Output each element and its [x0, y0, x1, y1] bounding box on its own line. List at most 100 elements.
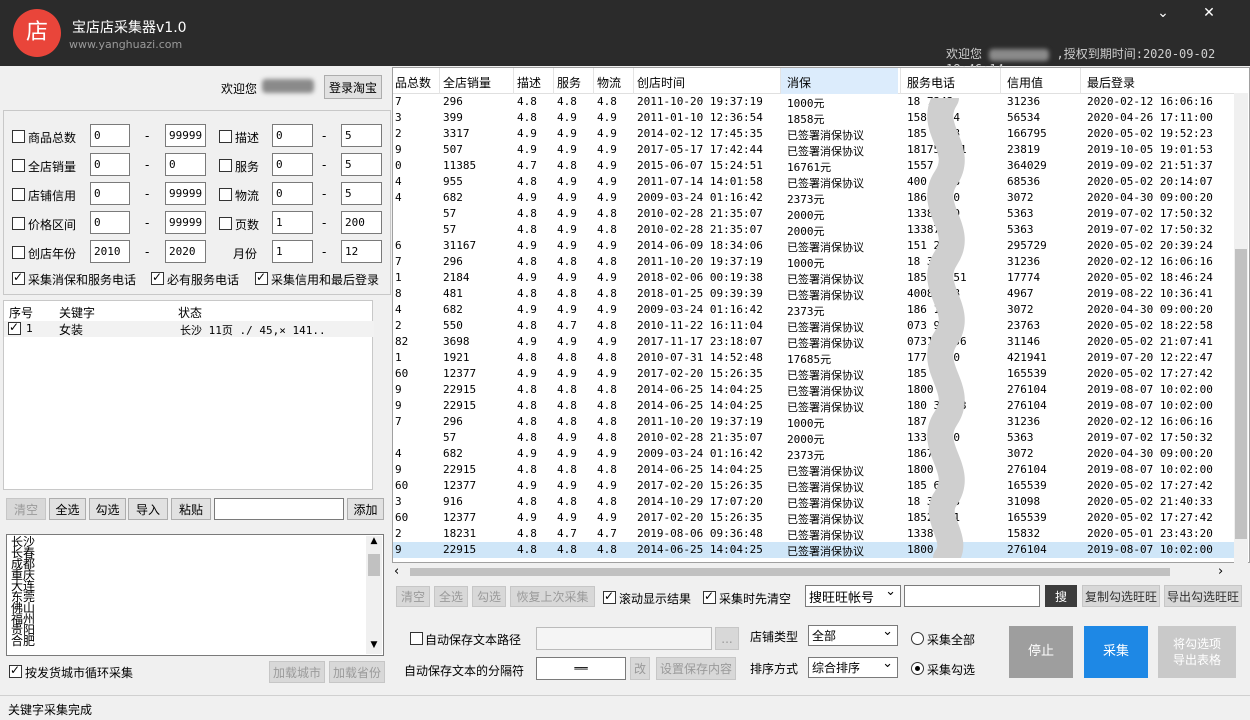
kw-paste-button[interactable]: 粘贴: [171, 498, 211, 520]
sort-select[interactable]: 综合排序: [808, 656, 898, 678]
column-header[interactable]: 物流: [597, 74, 621, 91]
column-header[interactable]: 全店销量: [443, 74, 491, 91]
clear-first-checkbox[interactable]: [703, 589, 716, 604]
opt-credit-login-checkbox[interactable]: [255, 270, 268, 285]
load-city-button[interactable]: 加载城市: [269, 661, 325, 683]
column-header[interactable]: 品总数: [395, 74, 431, 91]
kw-import-button[interactable]: 导入: [128, 498, 168, 520]
export-wangwang-button[interactable]: 导出勾选旺旺: [1164, 585, 1242, 607]
filter-max-input[interactable]: 99999: [165, 211, 206, 234]
table-row[interactable]: 9 22915 4.8 4.8 4.8 2014-06-25 14:04:25 已签署消保协…: [393, 542, 1235, 558]
filter-min-input[interactable]: 0: [90, 182, 130, 205]
export-table-button[interactable]: 将勾选项 导出表格: [1158, 626, 1236, 678]
table-row[interactable]: 4 955 4.8 4.9 4.9 2011-07-14 14:01:58 已签署消保协议 4…: [393, 174, 1235, 190]
table-row[interactable]: 2 18231 4.8 4.7 4.7 2019-08-06 09:36:48 已签署消保协…: [393, 526, 1235, 542]
column-header[interactable]: 消保: [787, 74, 811, 91]
set-save-content-button[interactable]: 设置保存内容: [656, 657, 736, 680]
scroll-left-icon[interactable]: ‹: [394, 564, 399, 579]
grid-horizontal-scrollbar[interactable]: ‹ ›: [392, 564, 1234, 580]
radio-collect-checked[interactable]: [911, 662, 924, 675]
opt-must-phone-checkbox[interactable]: [151, 270, 164, 285]
filter-max-input[interactable]: 99999: [165, 182, 206, 205]
table-row[interactable]: 82 3698 4.9 4.9 4.9 2017-11-17 23:18:07 已签署消保协…: [393, 334, 1235, 350]
kw-clear-button[interactable]: 清空: [6, 498, 46, 520]
table-row[interactable]: 1 2184 4.9 4.9 4.9 2018-02-06 00:19:38 已签署消保协议…: [393, 270, 1235, 286]
collect-button[interactable]: 采集: [1084, 626, 1148, 678]
column-header[interactable]: 最后登录: [1087, 74, 1135, 91]
table-row[interactable]: 4 682 4.9 4.9 4.9 2009-03-24 01:16:42 2373元 186…: [393, 302, 1235, 318]
filter-max-input[interactable]: 0: [165, 153, 206, 176]
filter-checkbox[interactable]: [12, 188, 25, 201]
filter-min-input[interactable]: 0: [272, 124, 313, 147]
filter-min-input[interactable]: 0: [90, 153, 130, 176]
table-row[interactable]: 0 11385 4.7 4.8 4.9 2015-06-07 15:24:51 16761元…: [393, 158, 1235, 174]
column-header[interactable]: 服务电话: [907, 74, 955, 91]
stop-button[interactable]: 停止: [1009, 626, 1073, 678]
table-row[interactable]: 9 22915 4.8 4.8 4.8 2014-06-25 14:04:25 已签署消保协…: [393, 462, 1235, 478]
filter-min-input[interactable]: 0: [272, 182, 313, 205]
radio-collect-all[interactable]: [911, 632, 924, 645]
autosave-checkbox[interactable]: [410, 632, 423, 645]
copy-wangwang-button[interactable]: 复制勾选旺旺: [1082, 585, 1160, 607]
table-row[interactable]: 3 916 4.8 4.8 4.8 2014-10-29 17:07:20 已签署消保协议 1…: [393, 494, 1235, 510]
filter-checkbox[interactable]: [219, 188, 232, 201]
table-row[interactable]: 2 3317 4.9 4.9 4.9 2014-02-12 17:45:35 已签署消保协议…: [393, 126, 1235, 142]
table-row[interactable]: 9 507 4.9 4.9 4.9 2017-05-17 17:42:44 已签署消保协议 1…: [393, 142, 1235, 158]
city-item[interactable]: 合肥: [11, 635, 35, 647]
table-row[interactable]: 9 22915 4.8 4.8 4.8 2014-06-25 14:04:25 已签署消保协…: [393, 398, 1235, 414]
filter-min-input[interactable]: 1: [272, 211, 313, 234]
grid-check-button[interactable]: 勾选: [472, 586, 506, 607]
autosave-path-input[interactable]: [536, 627, 712, 650]
filter-checkbox[interactable]: [12, 130, 25, 143]
change-separator-button[interactable]: 改: [630, 657, 650, 680]
table-row[interactable]: 60 12377 4.9 4.9 4.9 2017-02-20 15:26:35 已签署消保…: [393, 366, 1235, 382]
scroll-right-icon[interactable]: ›: [1218, 564, 1223, 579]
collapse-icon[interactable]: ⌄: [1153, 4, 1173, 22]
keyword-input[interactable]: [214, 498, 344, 520]
table-row[interactable]: 8 481 4.8 4.8 4.8 2018-01-25 09:39:39 已签署消保协议 4…: [393, 286, 1235, 302]
restore-last-button[interactable]: 恢复上次采集: [510, 586, 595, 607]
filter-checkbox[interactable]: [219, 217, 232, 230]
table-row[interactable]: 57 4.8 4.9 4.8 2010-02-28 21:35:07 2000元 13387…: [393, 206, 1235, 222]
scroll-up-icon[interactable]: ▲: [366, 536, 382, 550]
grid-vscroll-thumb[interactable]: [1235, 249, 1247, 539]
close-icon[interactable]: ✕: [1199, 4, 1219, 22]
filter-max-input[interactable]: 12: [341, 240, 382, 263]
grid-clear-button[interactable]: 清空: [396, 586, 430, 607]
keyword-row[interactable]: 1 女装 长沙 11页 ./ 45,× 141..: [4, 320, 374, 337]
filter-max-input[interactable]: 5: [341, 124, 382, 147]
browse-button[interactable]: ...: [715, 627, 739, 650]
grid-vertical-scrollbar[interactable]: [1234, 93, 1248, 563]
keyword-row-checkbox[interactable]: [8, 320, 21, 335]
table-row[interactable]: 60 12377 4.9 4.9 4.9 2017-02-20 15:26:35 已签署消保…: [393, 478, 1235, 494]
opt-collect-guarantee-checkbox[interactable]: [12, 270, 25, 285]
kw-select-all-button[interactable]: 全选: [49, 498, 86, 520]
table-row[interactable]: 4 682 4.9 4.9 4.9 2009-03-24 01:16:42 2373元 186…: [393, 190, 1235, 206]
table-row[interactable]: 57 4.8 4.9 4.8 2010-02-28 21:35:07 2000元 13387…: [393, 430, 1235, 446]
column-header[interactable]: 描述: [517, 74, 541, 91]
filter-min-input[interactable]: 0: [90, 124, 130, 147]
scroll-thumb[interactable]: [368, 554, 380, 576]
filter-checkbox[interactable]: [12, 246, 25, 259]
filter-min-input[interactable]: 1: [272, 240, 313, 263]
column-header[interactable]: 信用值: [1007, 74, 1043, 91]
search-type-select[interactable]: 搜旺旺帐号: [805, 584, 901, 607]
scroll-down-icon[interactable]: ▼: [366, 640, 382, 654]
kw-add-button[interactable]: 添加: [347, 498, 384, 520]
filter-max-input[interactable]: 2020: [165, 240, 206, 263]
filter-max-input[interactable]: 5: [341, 153, 382, 176]
table-row[interactable]: 7 296 4.8 4.8 4.8 2011-10-20 19:37:19 1000元 187…: [393, 414, 1235, 430]
filter-checkbox[interactable]: [219, 159, 232, 172]
table-row[interactable]: 7 296 4.8 4.8 4.8 2011-10-20 19:37:19 1000元 18 …: [393, 94, 1235, 110]
table-row[interactable]: 57 4.8 4.9 4.8 2010-02-28 21:35:07 2000元 13387…: [393, 222, 1235, 238]
filter-min-input[interactable]: 2010: [90, 240, 130, 263]
scroll-show-checkbox[interactable]: [603, 589, 616, 604]
separator-input[interactable]: ══: [536, 657, 626, 680]
search-button[interactable]: 搜: [1045, 585, 1077, 607]
table-row[interactable]: 6 31167 4.9 4.9 4.9 2014-06-09 18:34:06 已签署消保协…: [393, 238, 1235, 254]
loop-city-checkbox[interactable]: [9, 663, 22, 678]
filter-checkbox[interactable]: [12, 217, 25, 230]
city-scrollbar[interactable]: ▲ ▼: [366, 536, 382, 654]
filter-min-input[interactable]: 0: [90, 211, 130, 234]
table-row[interactable]: 3 399 4.8 4.9 4.9 2011-01-10 12:36:54 1858元 158…: [393, 110, 1235, 126]
